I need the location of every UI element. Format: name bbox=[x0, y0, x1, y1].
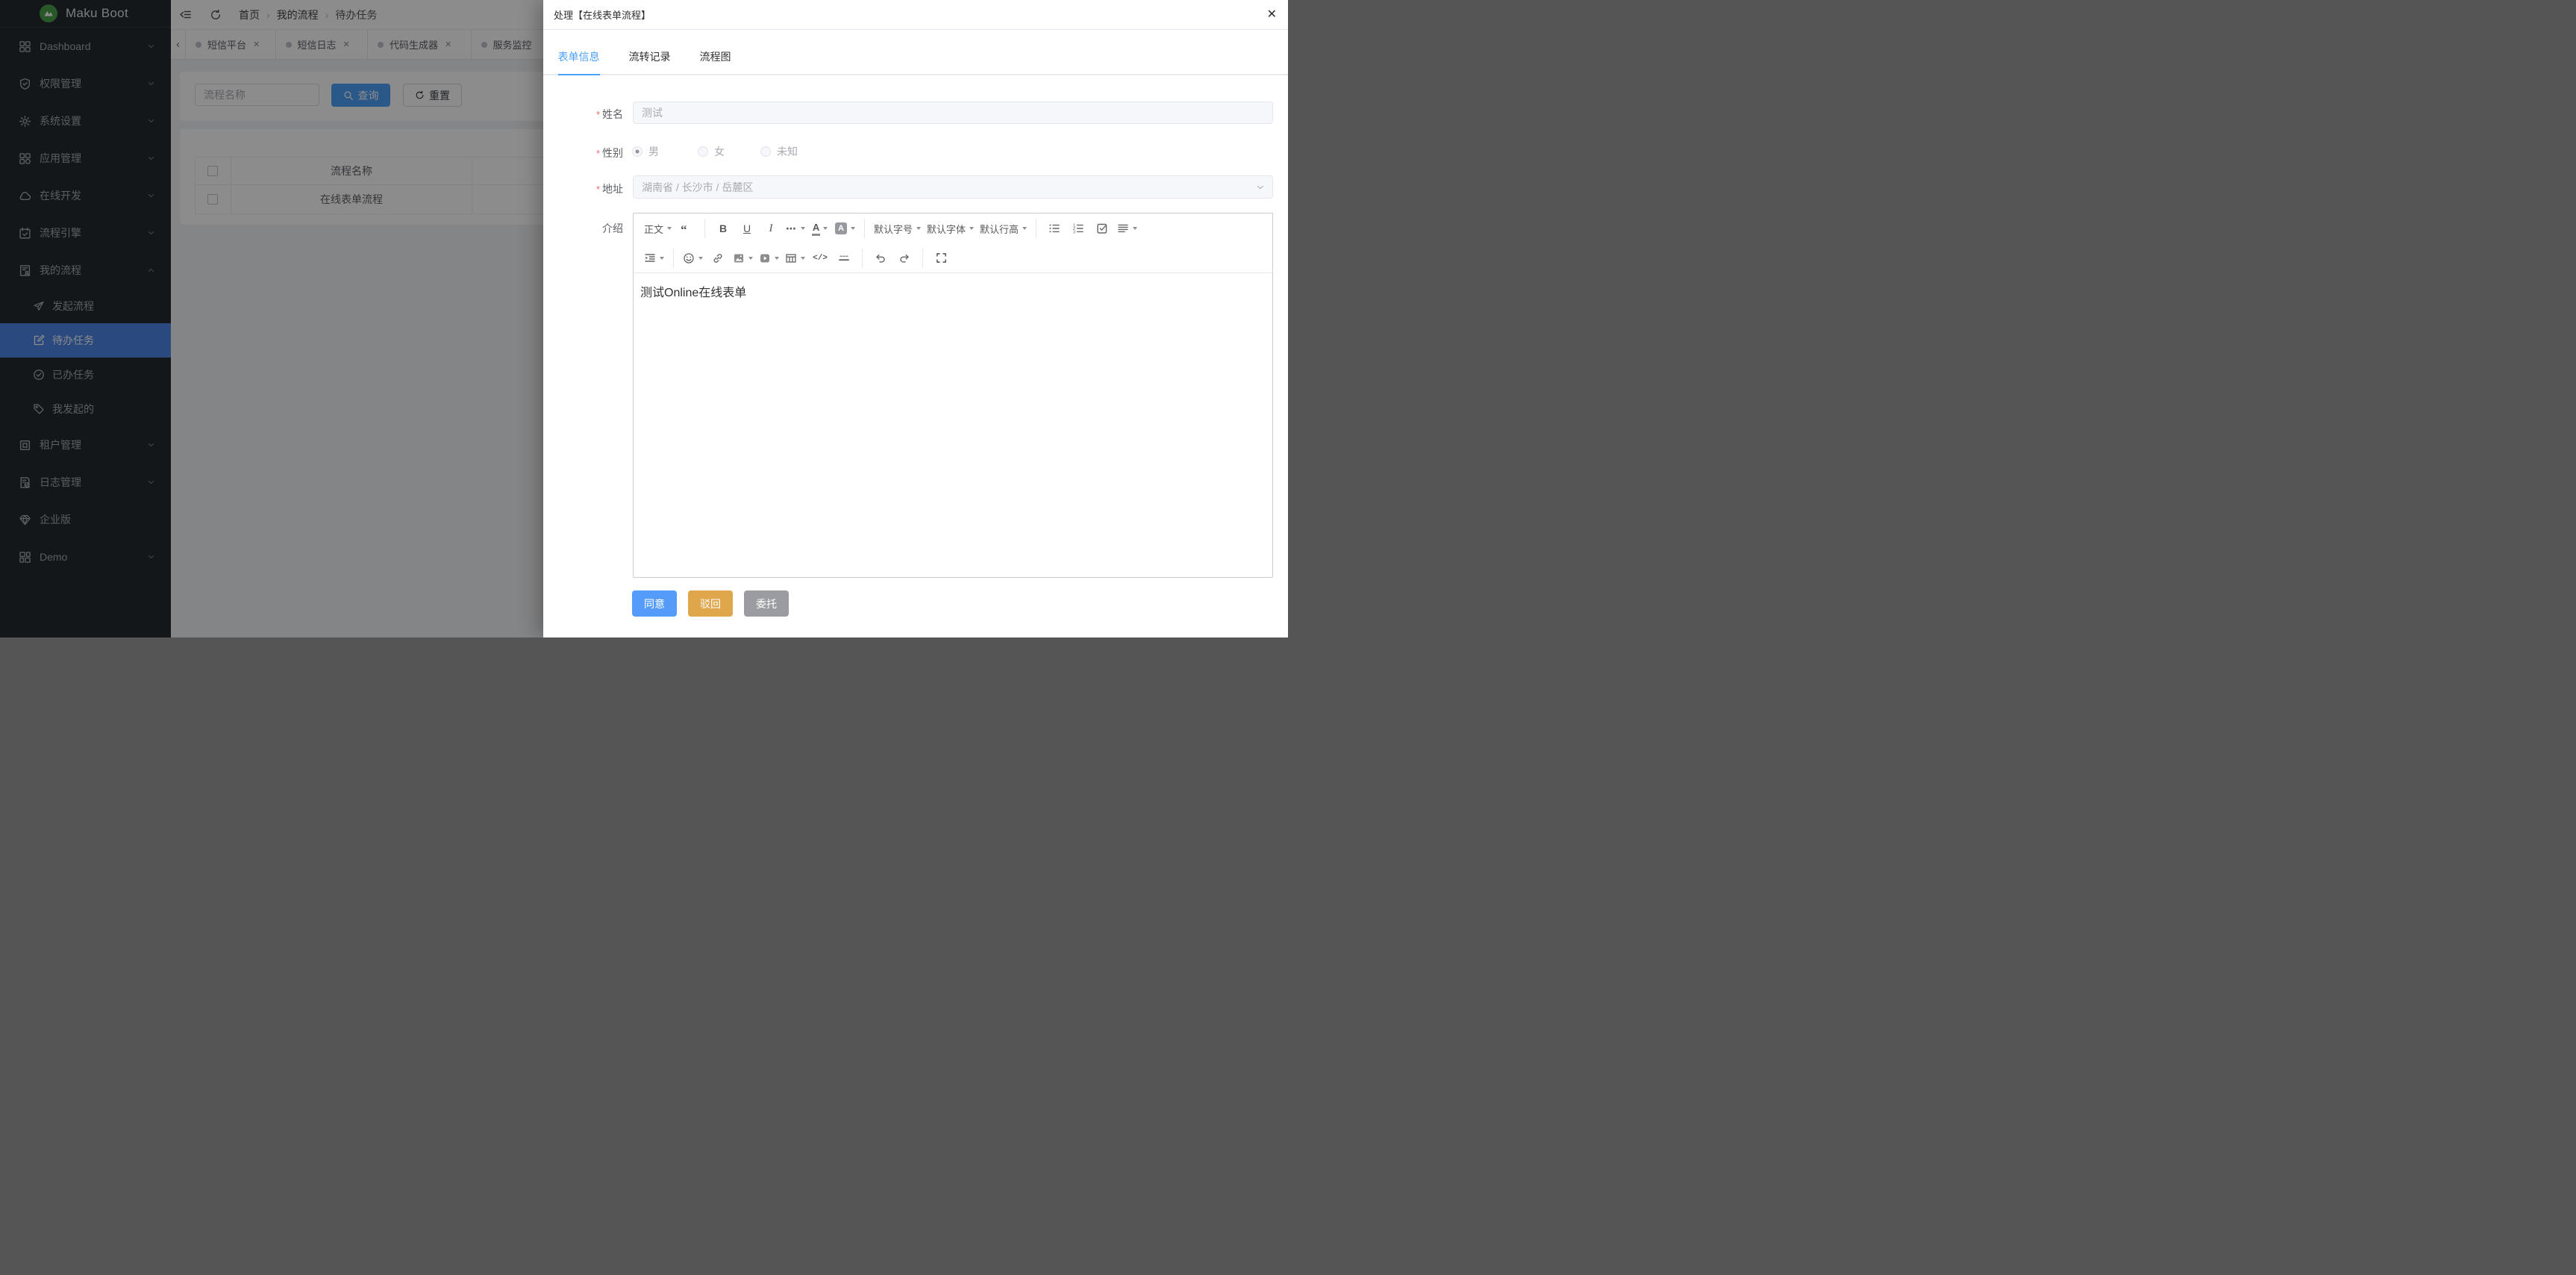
tab-form-info[interactable]: 表单信息 bbox=[558, 49, 600, 75]
bullet-list-icon[interactable] bbox=[1045, 219, 1063, 238]
toolbar-separator bbox=[673, 249, 674, 268]
caret-down-icon bbox=[660, 257, 664, 260]
italic-icon[interactable]: I bbox=[762, 219, 780, 238]
chevron-down-icon bbox=[1256, 183, 1265, 192]
video-dropdown[interactable] bbox=[759, 249, 779, 268]
toolbar-separator bbox=[704, 219, 705, 238]
required-asterisk: * bbox=[596, 109, 600, 120]
code-block-icon[interactable]: </> bbox=[811, 249, 829, 268]
numbered-list-icon[interactable]: 123 bbox=[1069, 219, 1087, 238]
gender-label: *性别 bbox=[543, 146, 623, 160]
drawer-tabs: 表单信息 流转记录 流程图 bbox=[543, 30, 1288, 75]
radio-unknown[interactable] bbox=[760, 146, 771, 157]
underline-icon[interactable]: U bbox=[738, 219, 756, 238]
drawer-body: *姓名 测试 *性别 男 女 未知 *地址 bbox=[543, 75, 1288, 638]
address-label: *地址 bbox=[543, 181, 623, 196]
name-label: *姓名 bbox=[543, 107, 623, 122]
bg-color-dropdown[interactable]: A bbox=[835, 219, 855, 238]
caret-down-icon bbox=[1133, 227, 1137, 230]
toolbar-separator bbox=[862, 249, 863, 268]
radio-male[interactable] bbox=[632, 146, 643, 157]
more-styles-dropdown[interactable]: ⋯ bbox=[786, 219, 805, 238]
radio-female[interactable] bbox=[698, 146, 708, 157]
delegate-button[interactable]: 委托 bbox=[744, 590, 789, 617]
caret-down-icon bbox=[698, 257, 703, 260]
app-window: Maku Boot Dashboard 权限管理 系统设置 应用管理 bbox=[0, 0, 1288, 638]
drawer-actions: 同意 驳回 委托 bbox=[632, 590, 789, 617]
caret-down-icon bbox=[667, 227, 672, 230]
svg-text:“: “ bbox=[681, 222, 687, 234]
todo-list-icon[interactable] bbox=[1093, 219, 1111, 238]
name-value: 测试 bbox=[642, 105, 663, 120]
link-icon[interactable] bbox=[709, 249, 727, 268]
name-field[interactable]: 测试 bbox=[633, 102, 1273, 124]
reject-button[interactable]: 驳回 bbox=[688, 590, 733, 617]
fullscreen-icon[interactable] bbox=[932, 249, 950, 268]
radio-male-label[interactable]: 男 bbox=[648, 144, 659, 159]
editor-toolbar-row1: 正文 “ B U I ⋯ A A 默认字号 默认字体 默认行高 123 bbox=[634, 213, 1272, 243]
address-select[interactable]: 湖南省 / 长沙市 / 岳麓区 bbox=[633, 175, 1273, 199]
radio-female-label[interactable]: 女 bbox=[714, 144, 725, 159]
address-value: 湖南省 / 长沙市 / 岳麓区 bbox=[642, 180, 753, 195]
tab-flow-diagram[interactable]: 流程图 bbox=[700, 49, 731, 75]
table-dropdown[interactable] bbox=[785, 249, 805, 268]
bold-icon[interactable]: B bbox=[714, 219, 732, 238]
editor-paragraph: 测试Online在线表单 bbox=[640, 282, 1266, 300]
radio-unknown-label[interactable]: 未知 bbox=[777, 144, 798, 159]
tab-flow-records[interactable]: 流转记录 bbox=[629, 49, 671, 75]
caret-down-icon bbox=[823, 227, 828, 230]
caret-down-icon bbox=[851, 227, 855, 230]
font-size-dropdown[interactable]: 默认字号 bbox=[874, 219, 921, 238]
divider-icon[interactable] bbox=[835, 249, 853, 268]
font-family-dropdown[interactable]: 默认字体 bbox=[927, 219, 974, 238]
caret-down-icon bbox=[775, 257, 779, 260]
caret-down-icon bbox=[801, 227, 805, 230]
gender-radio-group: 男 女 未知 bbox=[632, 146, 798, 158]
toolbar-separator bbox=[1036, 219, 1037, 238]
undo-icon[interactable] bbox=[872, 249, 890, 268]
indent-dropdown[interactable] bbox=[644, 249, 664, 268]
caret-down-icon bbox=[748, 257, 753, 260]
rich-text-editor: 正文 “ B U I ⋯ A A 默认字号 默认字体 默认行高 123 bbox=[633, 213, 1273, 578]
svg-text:3: 3 bbox=[1073, 231, 1075, 234]
toolbar-separator bbox=[922, 249, 923, 268]
caret-down-icon bbox=[916, 227, 921, 230]
caret-down-icon bbox=[1022, 227, 1027, 230]
process-drawer: 处理【在线表单流程】 ✕ 表单信息 流转记录 流程图 *姓名 测试 *性别 男 bbox=[543, 0, 1288, 638]
editor-toolbar-row2: </> bbox=[634, 243, 1272, 273]
caret-down-icon bbox=[969, 227, 974, 230]
emoji-dropdown[interactable] bbox=[683, 249, 703, 268]
image-dropdown[interactable] bbox=[733, 249, 753, 268]
required-asterisk: * bbox=[596, 148, 600, 159]
paragraph-style-dropdown[interactable]: 正文 bbox=[644, 219, 672, 238]
line-height-dropdown[interactable]: 默认行高 bbox=[980, 219, 1027, 238]
close-icon[interactable]: ✕ bbox=[1267, 9, 1277, 21]
toolbar-separator bbox=[864, 219, 865, 238]
align-dropdown[interactable] bbox=[1117, 219, 1137, 238]
intro-label: 介绍 bbox=[543, 221, 623, 236]
redo-icon[interactable] bbox=[895, 249, 913, 268]
caret-down-icon bbox=[801, 257, 805, 260]
blockquote-icon[interactable]: “ bbox=[678, 219, 695, 238]
drawer-title: 处理【在线表单流程】 bbox=[554, 7, 651, 22]
drawer-header: 处理【在线表单流程】 ✕ bbox=[543, 0, 1288, 30]
approve-button[interactable]: 同意 bbox=[632, 590, 677, 617]
editor-content[interactable]: 测试Online在线表单 bbox=[634, 273, 1272, 577]
required-asterisk: * bbox=[596, 184, 600, 195]
font-color-dropdown[interactable]: A bbox=[811, 219, 829, 238]
